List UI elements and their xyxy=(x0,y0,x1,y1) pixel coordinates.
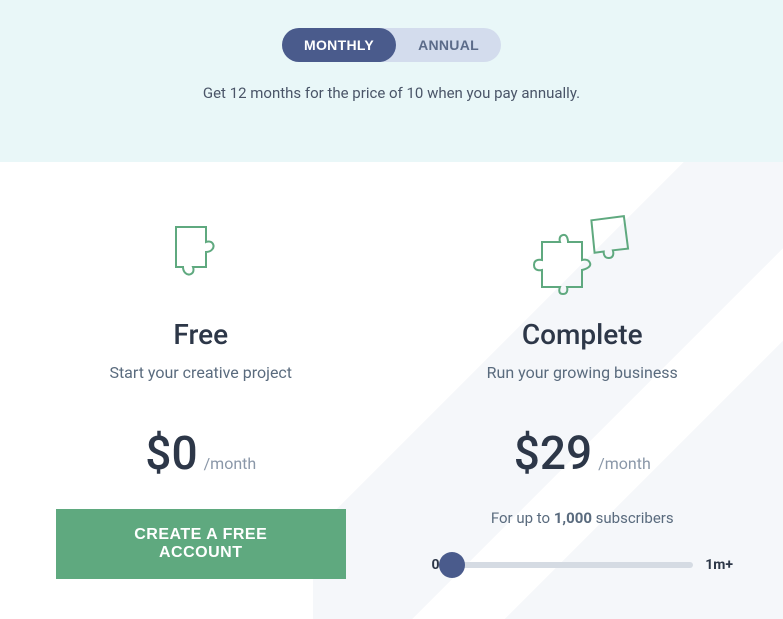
puzzle-single-icon xyxy=(40,212,362,302)
billing-toggle: MONTHLY ANNUAL xyxy=(282,28,501,62)
annual-toggle-button[interactable]: ANNUAL xyxy=(396,28,501,62)
create-free-account-button[interactable]: CREATE A FREE ACCOUNT xyxy=(56,509,346,579)
plan-free-period: /month xyxy=(204,454,257,473)
pricing-plans: Free Start your creative project $0 /mon… xyxy=(0,162,783,619)
plan-complete: Complete Run your growing business $29 /… xyxy=(422,212,744,579)
plan-free-title: Free xyxy=(40,318,362,351)
plan-free-price-row: $0 /month xyxy=(40,427,362,481)
monthly-toggle-button[interactable]: MONTHLY xyxy=(282,28,396,62)
plan-free-price: $0 xyxy=(145,427,197,481)
plan-free-description: Start your creative project xyxy=(40,363,362,382)
plan-complete-title: Complete xyxy=(422,318,744,351)
plan-complete-description: Run your growing business xyxy=(422,363,744,382)
plan-complete-period: /month xyxy=(598,454,651,473)
slider-track[interactable] xyxy=(452,562,694,568)
subscriber-count: 1,000 xyxy=(554,509,592,527)
hero-section: MONTHLY ANNUAL Get 12 months for the pri… xyxy=(0,0,783,162)
subscriber-suffix: subscribers xyxy=(592,509,674,527)
plan-complete-price: $29 xyxy=(514,427,592,481)
plan-free: Free Start your creative project $0 /mon… xyxy=(40,212,362,579)
subscriber-prefix: For up to xyxy=(491,509,554,527)
plan-complete-price-row: $29 /month xyxy=(422,427,744,481)
slider-thumb[interactable] xyxy=(439,552,465,578)
hero-subtitle: Get 12 months for the price of 10 when y… xyxy=(0,84,783,102)
subscriber-info: For up to 1,000 subscribers xyxy=(422,509,744,527)
puzzle-multi-icon xyxy=(422,212,744,302)
